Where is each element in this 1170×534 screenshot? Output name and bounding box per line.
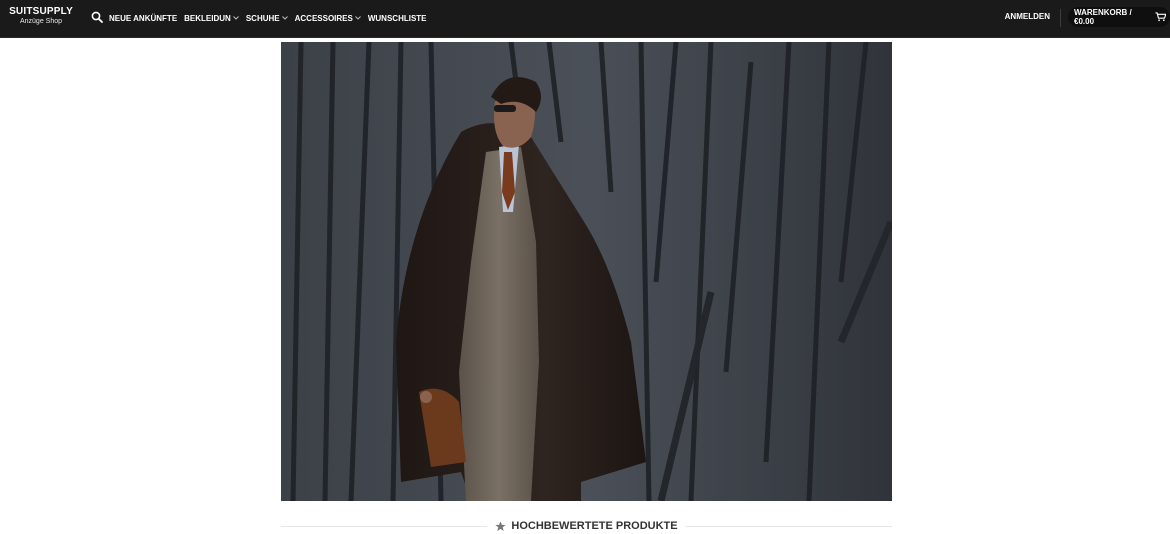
logo-brand: SUITSUPPLY [9, 6, 73, 17]
nav-item-schuhe[interactable]: SCHUHE [246, 14, 288, 23]
login-link[interactable]: ANMELDEN [1005, 12, 1050, 21]
chevron-down-icon [232, 16, 239, 20]
header: SUITSUPPLY Anzüge Shop NEUE ANKÜNFTE BEK… [0, 0, 1170, 38]
logo-tagline: Anzüge Shop [19, 18, 63, 25]
photo-man-in-overcoat [281, 42, 892, 501]
chevron-down-icon [354, 16, 361, 20]
section-header: HOCHBEWERTETE PRODUKTE [281, 518, 893, 534]
cart-button[interactable]: WARENKORB / €0.00 [1068, 7, 1170, 27]
section-title: HOCHBEWERTETE PRODUKTE [487, 520, 685, 532]
header-divider [1060, 9, 1061, 27]
nav-item-wunschliste[interactable]: WUNSCHLISTE [368, 14, 427, 23]
nav-item-label: ACCESSOIRES [294, 13, 353, 23]
nav-item-neue-ankuenfte[interactable]: NEUE ANKÜNFTE [109, 14, 177, 23]
cart-label: WARENKORB / €0.00 [1074, 8, 1132, 26]
divider-line-right [685, 525, 893, 527]
nav-item-label: WUNSCHLISTE [367, 13, 427, 23]
logo[interactable]: SUITSUPPLY Anzüge Shop [6, 6, 76, 26]
cart-icon [1155, 12, 1166, 22]
star-icon [495, 520, 506, 531]
nav-item-bekleidung[interactable]: BEKLEIDUN [184, 14, 239, 23]
nav-item-label: NEUE ANKÜNFTE [109, 13, 178, 23]
divider-line-left [281, 525, 488, 527]
nav-item-accessoires[interactable]: ACCESSOIRES [295, 14, 361, 23]
hero-image[interactable] [281, 42, 892, 501]
section-title-label: HOCHBEWERTETE PRODUKTE [511, 520, 678, 532]
search-icon[interactable] [91, 11, 103, 23]
nav-item-label: BEKLEIDUN [184, 13, 231, 23]
main-nav: NEUE ANKÜNFTE BEKLEIDUN SCHUHE ACCESSOIR… [109, 0, 427, 36]
nav-item-label: SCHUHE [245, 13, 280, 23]
chevron-down-icon [281, 16, 288, 20]
